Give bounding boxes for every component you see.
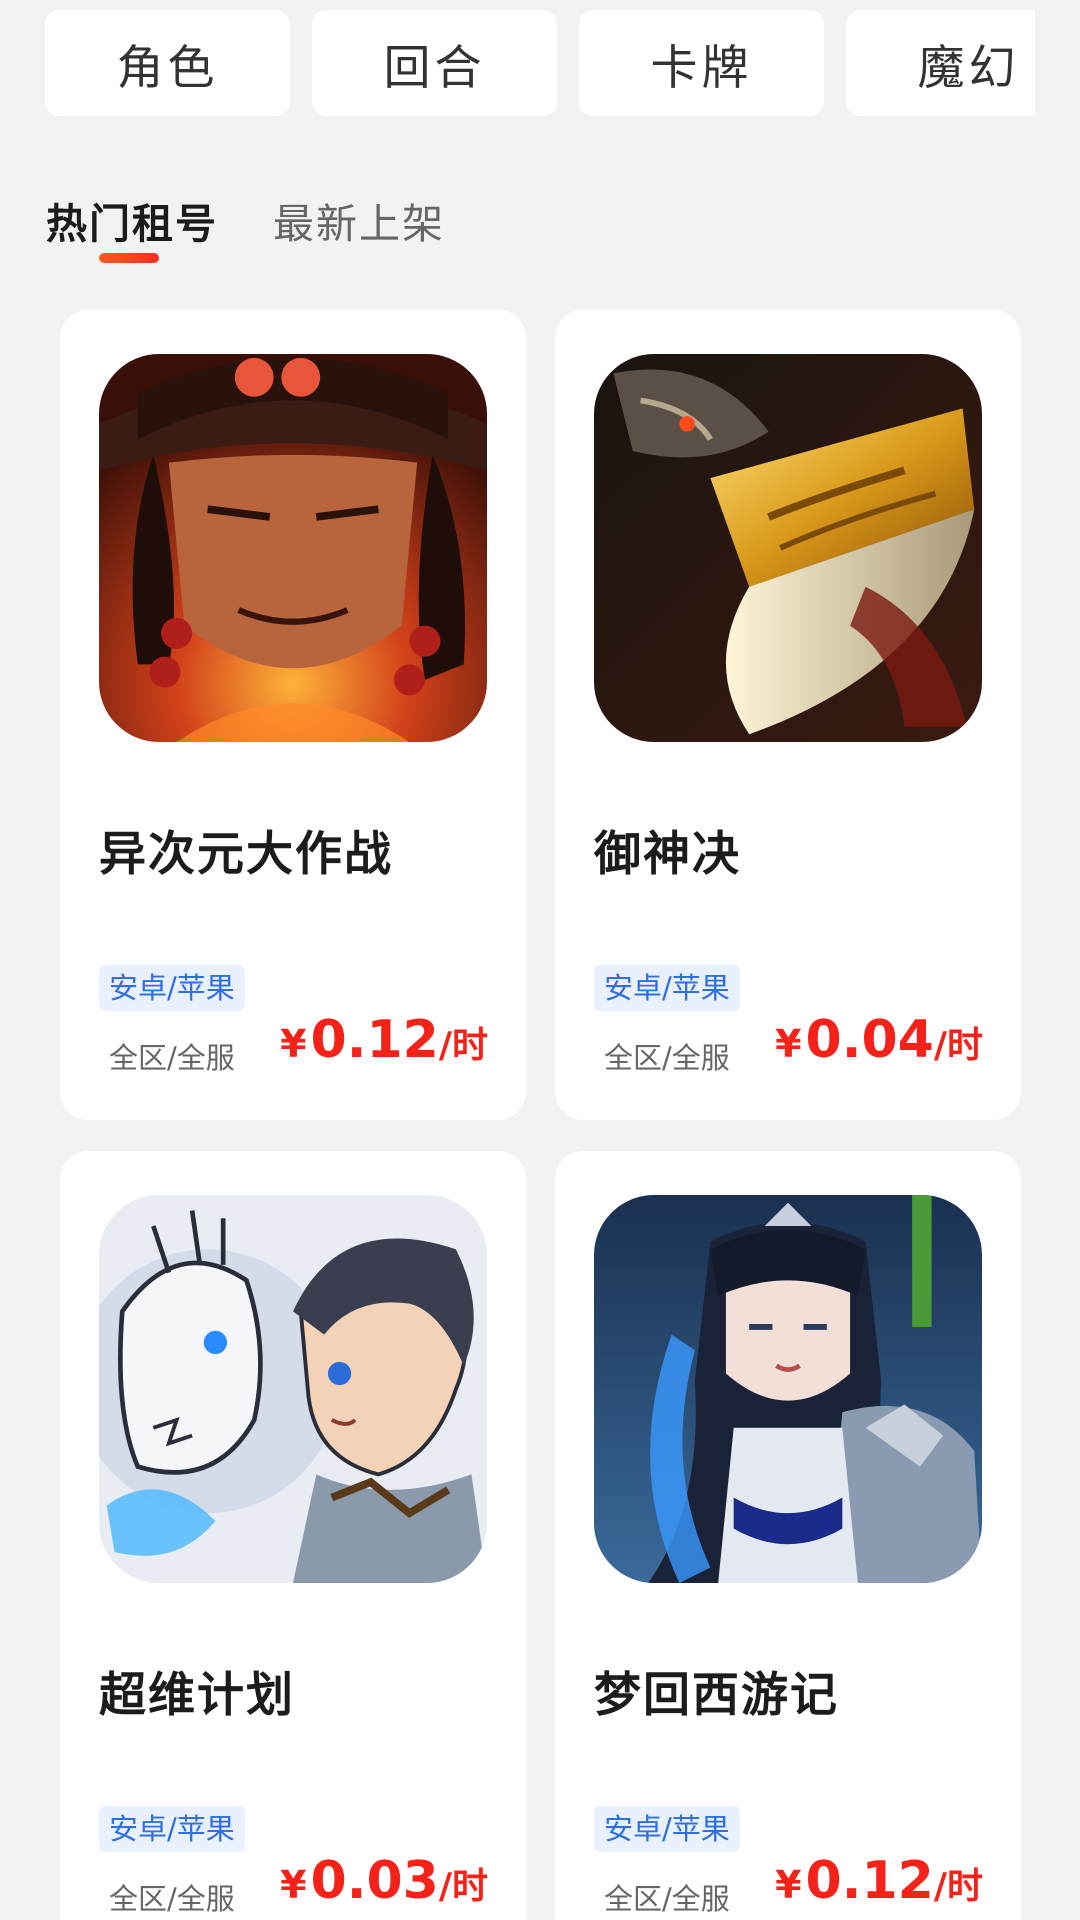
game-title: 超维计划 [99,1668,295,1723]
price-amount: 0.12 [805,1851,934,1911]
active-tab-indicator [99,253,159,263]
price-amount: 0.04 [805,1010,934,1070]
server-label: 全区/全服 [604,1882,730,1916]
platform-tag: 安卓/苹果 [99,965,245,1011]
game-rental-page: 角色 回合 卡牌 魔幻 热门租号 最新上架 异次元大作战 安卓/苹果 全区/全服… [0,0,1080,1920]
game-card[interactable]: 异次元大作战 安卓/苹果 全区/全服 ¥ 0.12 /时 [60,310,526,1120]
tab-newest-listings[interactable]: 最新上架 [273,190,445,250]
game-card[interactable]: 梦回西游记 安卓/苹果 全区/全服 ¥ 0.12 /时 [555,1151,1021,1920]
category-chip-role[interactable]: 角色 [45,10,290,116]
category-chip-card[interactable]: 卡牌 [579,10,824,116]
server-label: 全区/全服 [109,1882,235,1916]
price-amount: 0.03 [310,1851,439,1911]
category-chip-fantasy[interactable]: 魔幻 [846,10,1035,116]
price-unit: /时 [438,1866,488,1907]
price-unit: /时 [933,1866,983,1907]
price: ¥ 0.12 /时 [775,1851,983,1911]
server-label: 全区/全服 [109,1041,235,1075]
game-title: 御神决 [594,827,741,882]
platform-tag: 安卓/苹果 [99,1806,245,1852]
game-title: 梦回西游记 [594,1668,839,1723]
boy-and-white-dragon-art-icon [99,1195,487,1583]
currency-symbol: ¥ [775,1022,802,1066]
dragon-blade-art-icon [594,354,982,742]
price: ¥ 0.12 /时 [280,1010,488,1070]
price: ¥ 0.03 /时 [280,1851,488,1911]
currency-symbol: ¥ [280,1022,307,1066]
price-unit: /时 [933,1025,983,1066]
platform-tag: 安卓/苹果 [594,965,740,1011]
currency-symbol: ¥ [280,1863,307,1907]
game-card[interactable]: 超维计划 安卓/苹果 全区/全服 ¥ 0.03 /时 [60,1151,526,1920]
game-title: 异次元大作战 [99,827,393,882]
price: ¥ 0.04 /时 [775,1010,983,1070]
tab-hot-rentals[interactable]: 热门租号 [46,190,218,250]
server-label: 全区/全服 [604,1041,730,1075]
game-card[interactable]: 御神决 安卓/苹果 全区/全服 ¥ 0.04 /时 [555,310,1021,1120]
category-chip-turn-based[interactable]: 回合 [312,10,557,116]
price-unit: /时 [438,1025,488,1066]
platform-tag: 安卓/苹果 [594,1806,740,1852]
price-amount: 0.12 [310,1010,439,1070]
pirate-hero-art-icon [99,354,487,742]
blue-hair-swordswoman-art-icon [594,1195,982,1583]
category-chip-row: 角色 回合 卡牌 魔幻 [45,10,1035,116]
currency-symbol: ¥ [775,1863,802,1907]
